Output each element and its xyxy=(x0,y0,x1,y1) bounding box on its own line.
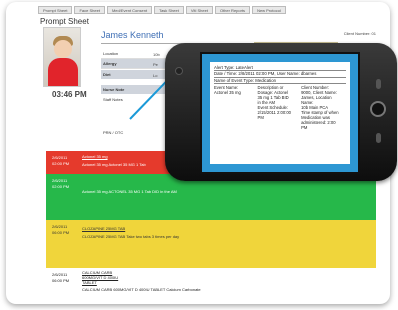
client-number: Client Number: 01 xyxy=(343,31,376,36)
tab-vitl-sheet[interactable]: Vitl Sheet xyxy=(185,6,213,14)
med-row-date: 2/6/2011 02:00 PM xyxy=(52,178,70,189)
med-row-date: 2/6/2011 02:00 PM xyxy=(52,155,70,166)
tab-new-protocol[interactable]: New Protocol xyxy=(252,6,286,14)
med-row-date: 2/6/2011 06:00 PM xyxy=(52,224,70,235)
field-label-staff-notes: Staff Notes xyxy=(103,97,123,102)
tab-prompt-sheet[interactable]: Prompt Sheet xyxy=(38,6,73,14)
alert-details: Event Name: Actonel 35 mg Description or … xyxy=(214,85,346,130)
med-description: Actonel 35 mg Actonel 35 MG 1 Tab xyxy=(82,162,146,167)
field-value-allergy: Pe xyxy=(153,62,158,67)
tab-bar: Prompt Sheet Face Sheet Med/Event Consen… xyxy=(38,6,286,14)
sensor-icon xyxy=(376,79,381,89)
tab-face-sheet[interactable]: Face Sheet xyxy=(74,6,105,14)
patient-name: James Kenneth xyxy=(101,30,164,40)
med-name-link[interactable]: Actonel 35 mg xyxy=(82,154,108,159)
med-description: CALCIUM CARB 600MG/VIT D 400IU TABLET Ca… xyxy=(82,287,201,292)
med-description: CLOZAPINE 25MG TAB Take two tabs 3 times… xyxy=(82,234,180,239)
tab-med-event-consent[interactable]: Med/Event Consent xyxy=(106,6,153,14)
home-button[interactable] xyxy=(370,101,386,117)
field-value-diet: Lo xyxy=(153,73,158,78)
alert-col-event: Event Name: Actonel 35 mg xyxy=(214,85,241,96)
page-title: Prompt Sheet xyxy=(40,17,89,26)
current-time: 03:46 PM xyxy=(52,90,87,99)
field-label-location: Location xyxy=(103,51,119,56)
alert-col-client: Client Number: 9000, Client Name: James, L… xyxy=(301,85,339,131)
field-label-allergy: Allergy xyxy=(101,59,171,68)
med-row-pending[interactable]: 2/6/2011 06:00 PM CLOZAPINE 25MG TAB CLO… xyxy=(46,220,376,268)
alert-card: Alert Type: LateAlert Date / Time: 2/8/2… xyxy=(210,62,350,164)
field-label-diet: Diet xyxy=(101,70,171,79)
med-name-link[interactable]: CLOZAPINE 25MG TAB xyxy=(82,226,125,231)
alert-col-dosage: Description or Dosage: Actonel 35 mg 1 Ta… xyxy=(257,85,291,121)
med-name-link-line3[interactable]: TABLET xyxy=(82,280,97,285)
tab-other-reports[interactable]: Other Reports xyxy=(214,6,251,14)
field-label-prn-otc: PRN / OTC xyxy=(103,130,124,135)
med-row-scheduled[interactable]: 2/6/2011 06:00 PM CALCIUM CARB 600MG/VIT… xyxy=(46,268,376,304)
camera-icon xyxy=(175,67,183,75)
tab-task-sheet[interactable]: Task Sheet xyxy=(154,6,184,14)
alert-event-type: Name of Event Type: Medication xyxy=(214,78,346,85)
med-row-date: 2/6/2011 06:00 PM xyxy=(52,272,70,283)
phone-screen: Alert Type: LateAlert Date / Time: 2/8/2… xyxy=(200,52,360,174)
sensor-icon xyxy=(376,133,381,143)
med-description: Actonel 35 mg ACTONEL 35 MG 1 Tab DID in… xyxy=(82,189,177,194)
patient-photo xyxy=(43,27,81,87)
field-value-location: 10b xyxy=(153,52,160,57)
